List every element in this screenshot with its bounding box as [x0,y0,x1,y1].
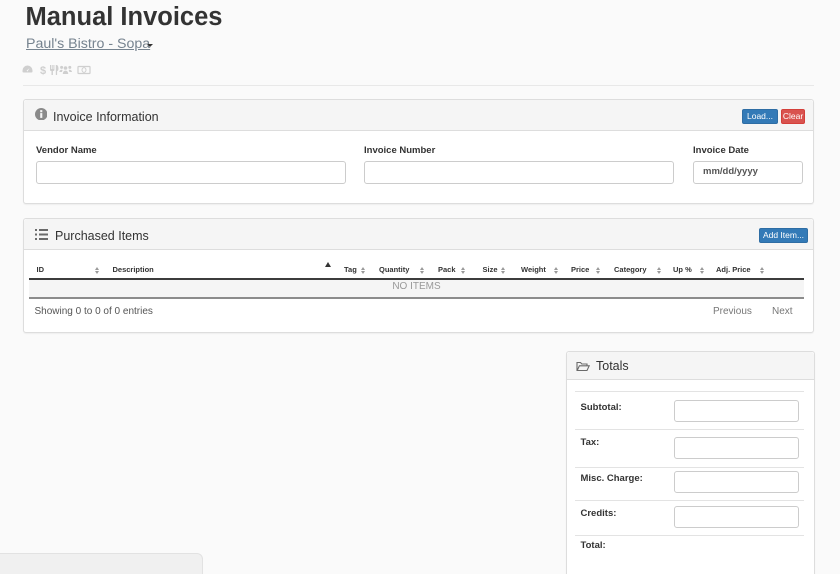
svg-text:$: $ [40,65,46,76]
